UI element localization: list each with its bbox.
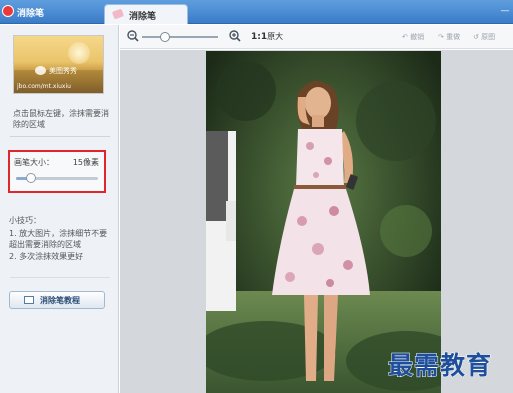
brush-size-label: 画笔大小： — [14, 158, 54, 167]
app-title: 消除笔 — [17, 9, 45, 19]
tutorial-button[interactable]: 消除笔教程 — [9, 291, 105, 309]
brush-size-value: 15像素 — [72, 158, 99, 167]
tip-item: 1. 放大图片，涂抹细节不要超出需要消除的区域 — [9, 229, 108, 249]
zoom-ratio-suffix: 原大 — [267, 32, 284, 41]
zoom-ratio-value: 1:1 — [251, 32, 268, 42]
zoom-slider-handle[interactable] — [159, 32, 170, 42]
tool-description: 点击鼠标左键，涂抹需要消除的区域 — [13, 109, 109, 129]
reset-button[interactable]: ↺ 原图 — [473, 32, 495, 42]
thumbnail-logo-icon — [35, 66, 46, 75]
tutorial-button-label: 消除笔教程 — [40, 296, 80, 305]
eraser-icon — [111, 8, 125, 20]
toolbar: 1:1原大 ↶ 撤销 ↷ 重做 ↺ 原图 — [120, 25, 513, 49]
undo-button[interactable]: ↶ 撤销 — [402, 32, 424, 42]
reset-icon: ↺ — [473, 33, 479, 41]
redo-button[interactable]: ↷ 重做 — [438, 32, 460, 42]
canvas-area[interactable] — [120, 50, 513, 393]
tips-title: 小技巧： — [9, 216, 41, 225]
undo-label: 撤销 — [410, 33, 425, 41]
zoom-in-icon[interactable] — [229, 30, 241, 42]
tip-item: 2. 多次涂抹效果更好 — [9, 252, 84, 261]
sidebar: 美图秀秀 jbo.com/mt.xiuxiu 点击鼠标左键，涂抹需要消除的区域 … — [0, 25, 119, 393]
undo-icon: ↶ — [402, 33, 408, 41]
brush-size-panel: 画笔大小： 15像素 — [8, 150, 106, 193]
reset-label: 原图 — [481, 33, 496, 41]
app-logo-icon — [2, 5, 14, 17]
redo-label: 重做 — [446, 33, 461, 41]
divider — [10, 136, 110, 137]
zoom-ratio[interactable]: 1:1原大 — [251, 31, 283, 42]
thumbnail-watermark: 美图秀秀 — [49, 67, 77, 75]
brush-size-slider-handle[interactable] — [25, 173, 36, 183]
zoom-slider[interactable] — [142, 36, 218, 38]
divider — [10, 277, 110, 278]
thumbnail-image: 美图秀秀 jbo.com/mt.xiuxiu — [13, 35, 104, 94]
thumbnail-sun — [68, 42, 90, 64]
minimize-button[interactable]: — — [500, 6, 510, 16]
tab-label: 消除笔 — [129, 12, 157, 22]
thumbnail-url: jbo.com/mt.xiuxiu — [17, 83, 71, 90]
redo-icon: ↷ — [438, 33, 444, 41]
title-bar: 消除笔 消除笔 — — [0, 0, 513, 24]
tab-eraser[interactable]: 消除笔 — [104, 4, 188, 24]
edit-photo[interactable] — [206, 51, 441, 393]
book-icon — [24, 296, 34, 304]
zoom-out-icon[interactable] — [127, 30, 139, 42]
photo-illustration — [206, 51, 441, 393]
watermark-text: 最需教育 — [387, 351, 493, 381]
